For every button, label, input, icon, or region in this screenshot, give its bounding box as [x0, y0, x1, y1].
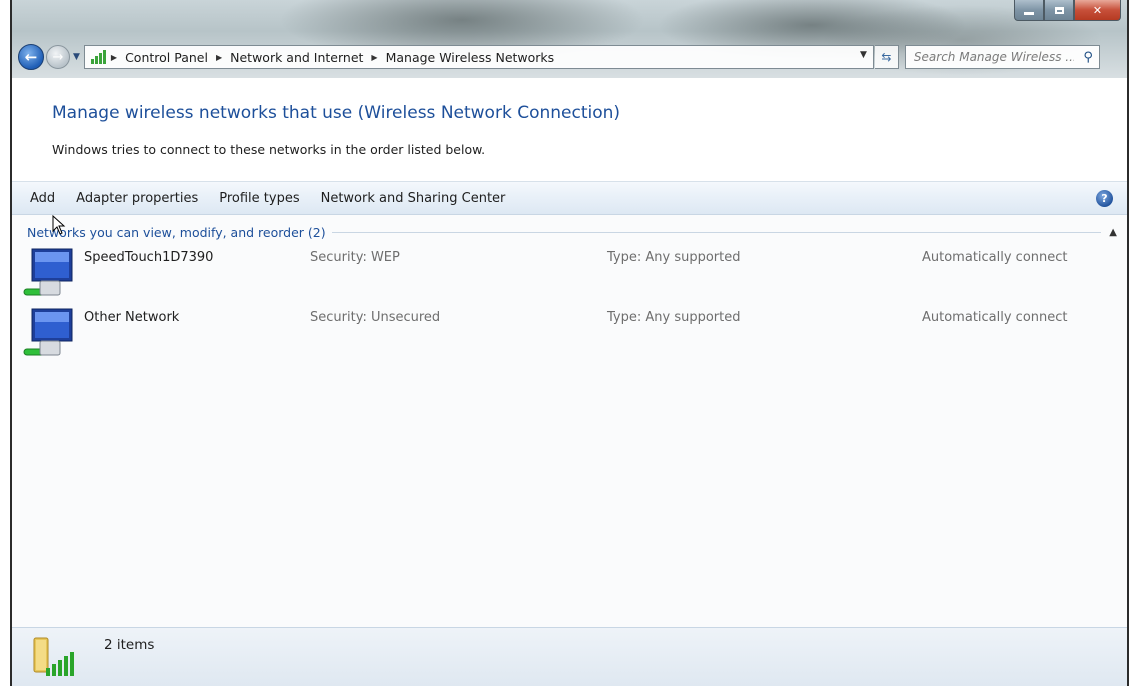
breadcrumb-network-and-internet[interactable]: Network and Internet [230, 50, 363, 65]
collapse-chevron-icon[interactable]: ▲ [1109, 227, 1117, 238]
breadcrumb-separator-icon[interactable]: ▶ [216, 53, 222, 62]
refresh-button[interactable]: ⇆ [874, 45, 899, 69]
maximize-button[interactable] [1044, 0, 1074, 21]
adapter-properties-button[interactable]: Adapter properties [76, 191, 198, 206]
network-name: SpeedTouch1D7390 [84, 250, 214, 265]
network-security: Security: Unsecured [310, 310, 441, 325]
search-box[interactable]: ⚲ [904, 45, 1100, 69]
breadcrumb-manage-wireless-networks[interactable]: Manage Wireless Networks [386, 50, 555, 65]
wireless-folder-icon [33, 637, 74, 676]
close-button[interactable]: ✕ [1074, 0, 1121, 21]
address-bar[interactable]: ▶ Control Panel ▶ Network and Internet ▶… [83, 45, 874, 69]
address-dropdown-icon[interactable]: ▼ [860, 50, 867, 60]
network-list: Networks you can view, modify, and reord… [12, 215, 1127, 628]
breadcrumb-separator-icon[interactable]: ▶ [111, 53, 117, 62]
close-icon: ✕ [1092, 3, 1103, 17]
forward-arrow-icon: → [52, 49, 64, 65]
network-sharing-center-button[interactable]: Network and Sharing Center [321, 191, 506, 206]
network-name: Other Network [84, 310, 180, 325]
group-title: Networks you can view, modify, and reord… [27, 225, 326, 240]
network-row[interactable]: SpeedTouch1D7390 Security: WEP Type: Any… [22, 245, 1117, 301]
address-row: ← → ▼ ▶ Control Panel ▶ Network and Inte… [18, 44, 1119, 70]
network-connect-mode: Automatically connect [922, 310, 1068, 325]
manage-wireless-networks-window: ✕ ← → ▼ ▶ Control Panel ▶ Network and In… [10, 0, 1129, 686]
page-title: Manage wireless networks that use (Wirel… [52, 103, 621, 123]
mouse-cursor-icon [52, 215, 66, 235]
network-connect-mode: Automatically connect [922, 250, 1068, 265]
recent-pages-dropdown[interactable]: ▼ [73, 52, 80, 62]
item-count: 2 items [104, 637, 155, 653]
wireless-network-icon [23, 308, 73, 356]
breadcrumb-control-panel[interactable]: Control Panel [125, 50, 208, 65]
help-icon[interactable]: ? [1096, 190, 1113, 207]
wireless-network-icon [23, 248, 73, 296]
network-type: Type: Any supported [607, 250, 741, 265]
search-icon[interactable]: ⚲ [1083, 50, 1093, 65]
group-divider [331, 232, 1102, 233]
back-button[interactable]: ← [18, 44, 44, 70]
breadcrumb-separator-icon[interactable]: ▶ [371, 53, 377, 62]
network-type: Type: Any supported [607, 310, 741, 325]
command-bar: Add Adapter properties Profile types Net… [12, 181, 1127, 215]
add-button[interactable]: Add [30, 191, 55, 206]
status-bar: 2 items [12, 627, 1127, 686]
minimize-icon [1024, 11, 1034, 15]
profile-types-button[interactable]: Profile types [219, 191, 299, 206]
search-input[interactable] [911, 49, 1076, 65]
network-security: Security: WEP [310, 250, 400, 265]
network-row[interactable]: Other Network Security: Unsecured Type: … [22, 305, 1117, 361]
title-bar: ✕ ← → ▼ ▶ Control Panel ▶ Network and In… [12, 0, 1127, 78]
page-description: Windows tries to connect to these networ… [52, 142, 486, 157]
maximize-icon [1054, 6, 1064, 14]
minimize-button[interactable] [1014, 0, 1044, 21]
refresh-icon: ⇆ [881, 50, 892, 64]
window-controls: ✕ [1014, 0, 1121, 21]
forward-button[interactable]: → [46, 45, 70, 69]
network-signal-icon [89, 49, 107, 65]
back-arrow-icon: ← [24, 48, 38, 66]
group-header[interactable]: Networks you can view, modify, and reord… [27, 225, 1117, 240]
